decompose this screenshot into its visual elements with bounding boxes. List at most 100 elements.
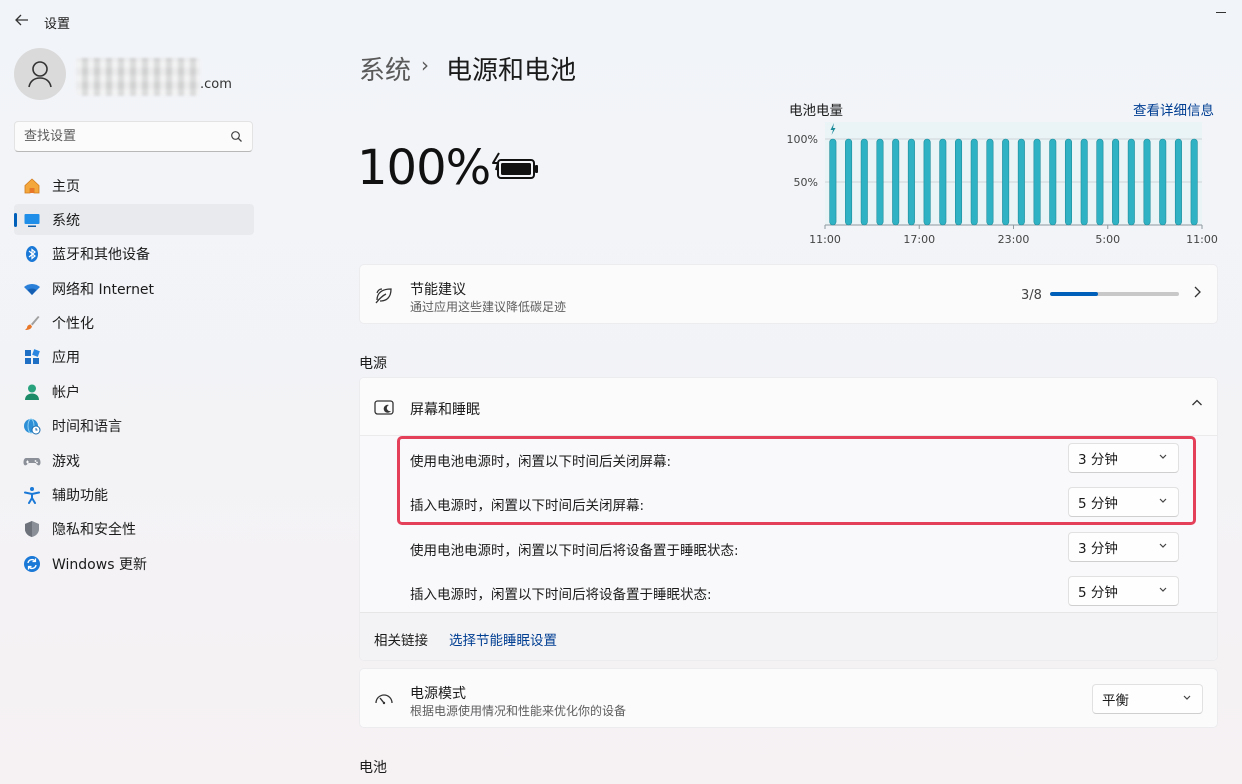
section-heading-battery: 电池: [359, 760, 387, 776]
section-heading-power: 电源: [359, 356, 387, 372]
chart-title: 电池电量: [789, 103, 843, 119]
chart-bar: [970, 138, 978, 226]
leaf-icon: [374, 285, 394, 309]
chevron-right-icon[interactable]: [1192, 285, 1202, 303]
chart-bar: [1033, 138, 1041, 226]
dropdown-value: 5 分钟: [1078, 585, 1118, 601]
sidebar-item-personalization[interactable]: 个性化: [14, 308, 254, 339]
update-icon: [23, 555, 41, 573]
sidebar-item-label: 主页: [52, 178, 80, 195]
sidebar-item-privacy[interactable]: 隐私和安全性: [14, 514, 254, 545]
plugged-sleep-dropdown[interactable]: 5 分钟: [1068, 576, 1179, 606]
breadcrumb-separator: ›: [421, 53, 429, 77]
chart-y-tick-label: 50%: [794, 176, 818, 189]
chart-bar: [1096, 138, 1104, 226]
avatar[interactable]: [14, 48, 66, 100]
screen-sleep-icon: [374, 399, 394, 421]
battery-sleep-label: 使用电池电源时，闲置以下时间后将设备置于睡眠状态:: [410, 543, 739, 559]
energy-saving-sleep-link[interactable]: 选择节能睡眠设置: [449, 629, 557, 649]
chart-bar: [892, 138, 900, 226]
sidebar-item-label: 游戏: [52, 453, 80, 470]
view-details-link[interactable]: 查看详细信息: [1133, 99, 1214, 119]
search-icon[interactable]: [230, 130, 243, 143]
bluetooth-icon: [23, 245, 41, 263]
search-box[interactable]: [14, 121, 253, 152]
sidebar-item-label: Windows 更新: [52, 556, 147, 573]
page-title: 电源和电池: [446, 56, 577, 86]
energy-tips-title: 节能建议: [410, 282, 466, 298]
accessibility-icon: [23, 486, 41, 505]
sidebar-nav: 主页 系统 蓝牙和其他设备 网络和 Internet 个性化 应用 帐户 时间和…: [14, 170, 254, 583]
chevron-down-icon: [1158, 451, 1168, 464]
chart-x-tick-label: 17:00: [903, 233, 935, 246]
dropdown-value: 3 分钟: [1078, 452, 1118, 468]
sidebar-item-gaming[interactable]: 游戏: [14, 445, 254, 476]
chart-bar: [907, 138, 915, 226]
sidebar-item-windows-update[interactable]: Windows 更新: [14, 548, 254, 579]
email-suffix: .com: [200, 77, 232, 92]
chart-bar: [829, 138, 837, 226]
apps-icon: [23, 348, 41, 366]
sidebar-item-system[interactable]: 系统: [14, 204, 254, 236]
chevron-down-icon: [1158, 584, 1168, 597]
energy-recommendations-card[interactable]: 节能建议 通过应用这些建议降低碳足迹 3/8: [359, 264, 1218, 324]
breadcrumb-parent[interactable]: 系统: [359, 50, 411, 87]
chart-bar: [860, 138, 868, 226]
related-links-row: 相关链接 选择节能睡眠设置: [360, 612, 1217, 660]
chevron-down-icon: [1158, 540, 1168, 553]
chart-bar: [1143, 138, 1151, 226]
chart-bar: [1017, 138, 1025, 226]
brush-icon: [23, 314, 41, 332]
dropdown-value: 3 分钟: [1078, 541, 1118, 557]
minimize-button[interactable]: [1214, 4, 1228, 18]
sidebar-item-label: 个性化: [52, 316, 94, 333]
related-links-label: 相关链接: [374, 633, 428, 649]
battery-charging-icon: [490, 152, 540, 186]
sidebar-item-apps[interactable]: 应用: [14, 342, 254, 373]
sidebar-item-home[interactable]: 主页: [14, 170, 254, 201]
energy-tips-progress-fill: [1050, 292, 1099, 296]
battery-screen-off-dropdown[interactable]: 3 分钟: [1068, 443, 1179, 473]
chart-bar: [955, 138, 963, 226]
back-arrow-icon: [15, 14, 28, 26]
screen-sleep-header[interactable]: 屏幕和睡眠: [360, 378, 1217, 436]
chevron-down-icon: [1158, 495, 1168, 508]
chart-bar: [845, 138, 853, 226]
home-icon: [23, 177, 41, 195]
app-title: 设置: [44, 17, 71, 32]
screen-sleep-title: 屏幕和睡眠: [410, 402, 480, 418]
sidebar-item-accounts[interactable]: 帐户: [14, 376, 254, 407]
chart-bar: [1002, 138, 1010, 226]
power-mode-dropdown[interactable]: 平衡: [1092, 684, 1203, 714]
power-mode-card: 电源模式 根据电源使用情况和性能来优化你的设备 平衡: [359, 668, 1218, 728]
plugged-screen-off-dropdown[interactable]: 5 分钟: [1068, 487, 1179, 517]
chart-x-tick-label: 11:00: [809, 233, 841, 246]
battery-sleep-dropdown[interactable]: 3 分钟: [1068, 532, 1179, 562]
chevron-down-icon: [1182, 692, 1192, 705]
sidebar-item-label: 隐私和安全性: [52, 522, 136, 539]
chart-bar: [1064, 138, 1072, 226]
sidebar-item-label: 蓝牙和其他设备: [52, 247, 150, 264]
sidebar-item-label: 网络和 Internet: [52, 281, 155, 298]
back-button[interactable]: [12, 10, 32, 30]
sidebar-item-bluetooth[interactable]: 蓝牙和其他设备: [14, 239, 254, 270]
chart-bar: [1049, 138, 1057, 226]
plugged-sleep-label: 插入电源时，闲置以下时间后将设备置于睡眠状态:: [410, 587, 712, 603]
energy-tips-subtitle: 通过应用这些建议降低碳足迹: [410, 300, 567, 314]
chart-bar: [1112, 138, 1120, 226]
chart-bar: [876, 138, 884, 226]
dropdown-value: 5 分钟: [1078, 496, 1118, 512]
chart-x-tick-label: 11:00: [1186, 233, 1218, 246]
chart-bar: [986, 138, 994, 226]
sidebar-item-time-language[interactable]: 时间和语言: [14, 411, 254, 442]
sidebar-item-label: 辅助功能: [52, 488, 108, 505]
globe-clock-icon: [23, 417, 41, 435]
chevron-up-icon[interactable]: [1191, 397, 1203, 412]
sidebar-item-accessibility[interactable]: 辅助功能: [14, 480, 254, 511]
screen-sleep-card: 屏幕和睡眠 使用电池电源时，闲置以下时间后关闭屏幕: 3 分钟 插入电源时，闲置…: [359, 377, 1218, 661]
chart-bar: [939, 138, 947, 226]
search-input[interactable]: [15, 122, 215, 151]
sidebar-item-network[interactable]: 网络和 Internet: [14, 273, 254, 304]
sidebar-item-label: 应用: [52, 350, 80, 367]
battery-percent: 100%: [357, 140, 491, 196]
